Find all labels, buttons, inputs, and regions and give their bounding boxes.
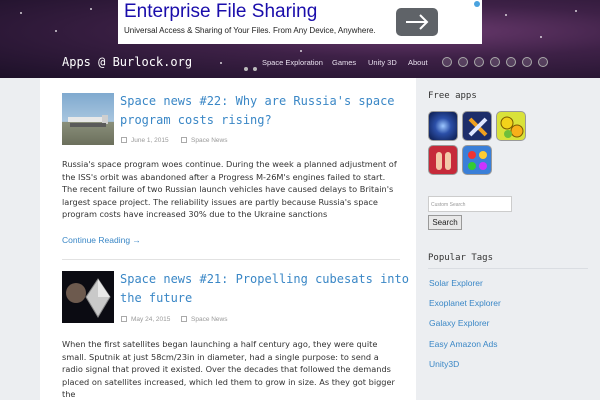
feed-icon[interactable]	[538, 57, 548, 67]
post-thumbnail[interactable]	[62, 93, 114, 145]
tag-easy-amazon-ads[interactable]: Easy Amazon Ads	[429, 339, 498, 349]
facebook-icon[interactable]	[490, 57, 500, 67]
nav-games[interactable]: Games	[332, 58, 356, 67]
post-thumbnail[interactable]	[62, 271, 114, 323]
tag-divider	[428, 268, 588, 269]
cubesat-image	[66, 278, 111, 318]
satellite-icon	[468, 117, 488, 137]
gems-icon	[468, 151, 487, 170]
nav-space-exploration[interactable]: Space Exploration	[262, 58, 323, 67]
document-icon	[181, 137, 187, 143]
ad-subtitle: Universal Access & Sharing of Your Files…	[124, 26, 376, 35]
slider-dot[interactable]	[244, 67, 248, 71]
calendar-icon	[121, 137, 127, 143]
site-header: Enterprise File Sharing Universal Access…	[0, 0, 600, 78]
popular-tags-heading: Popular Tags	[428, 253, 494, 263]
arrow-right-icon	[406, 14, 429, 30]
free-apps-heading: Free apps	[428, 91, 477, 101]
tag-exoplanet-explorer[interactable]: Exoplanet Explorer	[429, 298, 501, 308]
galaxy-explorer-app-icon[interactable]	[496, 111, 526, 141]
post-category[interactable]: Space News	[191, 316, 228, 323]
nav-about[interactable]: About	[408, 58, 428, 67]
exoplanet-explorer-app-icon[interactable]	[462, 111, 492, 141]
tag-unity3d[interactable]: Unity3D	[429, 359, 459, 369]
calendar-icon	[121, 316, 127, 322]
google-plus-icon[interactable]	[506, 57, 516, 67]
ad-title[interactable]: Enterprise File Sharing	[124, 1, 317, 23]
search-button[interactable]: Search	[428, 215, 462, 230]
post-divider	[62, 259, 400, 260]
document-icon	[181, 316, 187, 322]
twitter-icon[interactable]	[474, 57, 484, 67]
solar-explorer-app-icon[interactable]	[428, 111, 458, 141]
continue-reading-link[interactable]: Continue Reading →	[62, 235, 141, 245]
rocket-launch-image	[68, 115, 108, 127]
tag-solar-explorer[interactable]: Solar Explorer	[429, 278, 483, 288]
post-title[interactable]: Space news #21: Propelling cubesats into…	[120, 270, 410, 308]
easy-amazon-ads-app-icon[interactable]	[428, 145, 458, 175]
post-category[interactable]: Space News	[191, 137, 228, 144]
ad-info-icon[interactable]	[474, 1, 480, 7]
tag-galaxy-explorer[interactable]: Galaxy Explorer	[429, 318, 489, 328]
hands-icon	[436, 152, 451, 170]
post-title[interactable]: Space news #22: Why are Russia's space p…	[120, 92, 410, 130]
custom-search-input[interactable]: Custom Search	[428, 196, 512, 212]
instagram-icon[interactable]	[522, 57, 532, 67]
ad-banner[interactable]: Enterprise File Sharing Universal Access…	[118, 0, 482, 44]
rss-icon[interactable]	[442, 57, 452, 67]
gems-game-app-icon[interactable]	[462, 145, 492, 175]
post-date: May 24, 2015	[131, 316, 171, 323]
post-excerpt: Russia's space program woes continue. Du…	[62, 159, 397, 219]
nav-unity-3d[interactable]: Unity 3D	[368, 58, 397, 67]
site-title[interactable]: Apps @ Burlock.org	[62, 55, 192, 69]
dribbble-icon[interactable]	[458, 57, 468, 67]
post-excerpt: When the first satellites began launchin…	[62, 339, 395, 399]
smiley-faces-icon	[500, 116, 524, 138]
ad-arrow-button[interactable]	[396, 8, 438, 36]
post-date: June 1, 2015	[131, 137, 169, 144]
slider-dot[interactable]	[253, 67, 257, 71]
